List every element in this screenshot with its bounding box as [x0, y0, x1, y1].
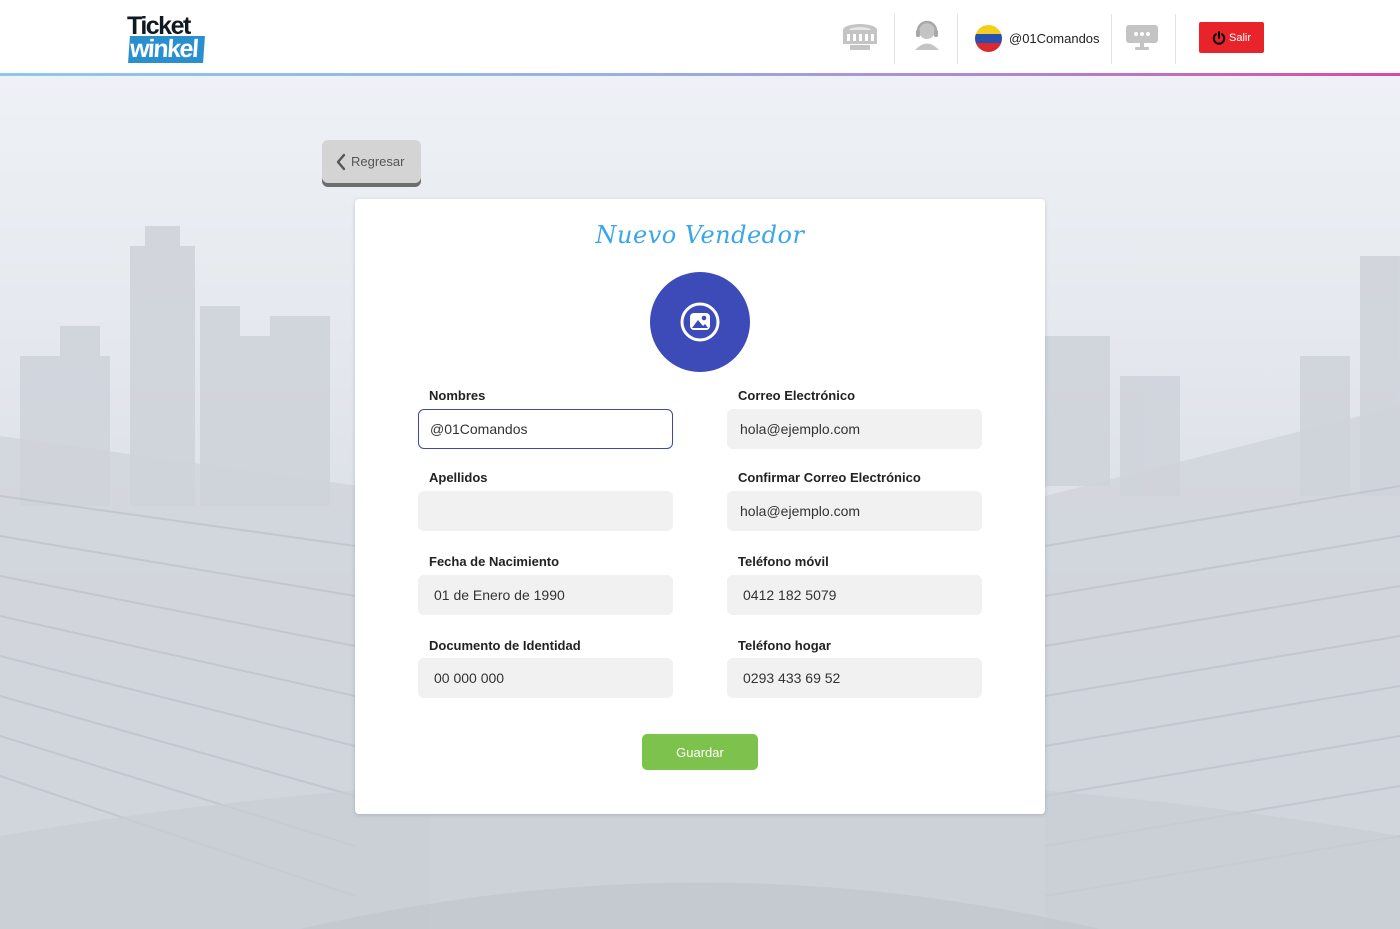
apellidos-label: Apellidos — [429, 470, 488, 485]
chevron-left-icon — [336, 153, 346, 170]
header-divider — [1111, 14, 1112, 64]
logout-label: Salir — [1228, 31, 1251, 44]
avatar-upload[interactable] — [650, 272, 750, 372]
telefono-hogar-input[interactable] — [727, 658, 982, 698]
documento-input[interactable] — [418, 658, 673, 698]
chat-monitor-icon[interactable] — [1126, 25, 1158, 56]
documento-label: Documento de Identidad — [429, 638, 581, 653]
correo-label: Correo Electrónico — [738, 388, 856, 403]
confirmar-correo-label: Confirmar Correo Electrónico — [738, 470, 921, 485]
image-icon — [680, 302, 720, 342]
top-header: Ticket winkel @01Comandos Salir — [0, 0, 1400, 74]
user-profile[interactable]: @01Comandos — [975, 24, 1100, 52]
back-button[interactable]: Regresar — [322, 140, 421, 183]
header-divider — [1175, 14, 1176, 64]
header-divider — [957, 14, 958, 64]
support-agent-icon[interactable] — [913, 20, 941, 55]
venezuela-flag-icon — [975, 24, 1002, 52]
username-label: @01Comandos — [1009, 30, 1100, 46]
correo-input[interactable] — [727, 409, 982, 449]
nombres-label: Nombres — [429, 388, 486, 403]
telefono-hogar-label: Teléfono hogar — [738, 638, 831, 653]
apellidos-input[interactable] — [418, 491, 673, 531]
header-divider — [894, 14, 895, 64]
telefono-movil-input[interactable] — [727, 575, 982, 615]
ticketwinkel-logo[interactable]: Ticket winkel — [127, 13, 207, 65]
logout-button[interactable]: Salir — [1199, 22, 1264, 53]
fecha-nacimiento-label: Fecha de Nacimiento — [429, 554, 560, 569]
telefono-movil-label: Teléfono móvil — [738, 554, 829, 569]
nombres-input[interactable] — [418, 409, 673, 449]
fecha-nacimiento-input[interactable] — [418, 575, 673, 615]
header-accent-line — [0, 73, 1400, 76]
back-label: Regresar — [351, 154, 405, 169]
new-seller-form: Nuevo Vendedor Nombres Correo Electrónic… — [355, 199, 1045, 814]
power-icon — [1212, 30, 1226, 45]
form-title: Nuevo Vendedor — [595, 221, 805, 249]
confirmar-correo-input[interactable] — [727, 491, 982, 531]
save-button[interactable]: Guardar — [642, 734, 758, 770]
stadium-icon[interactable] — [842, 22, 878, 57]
